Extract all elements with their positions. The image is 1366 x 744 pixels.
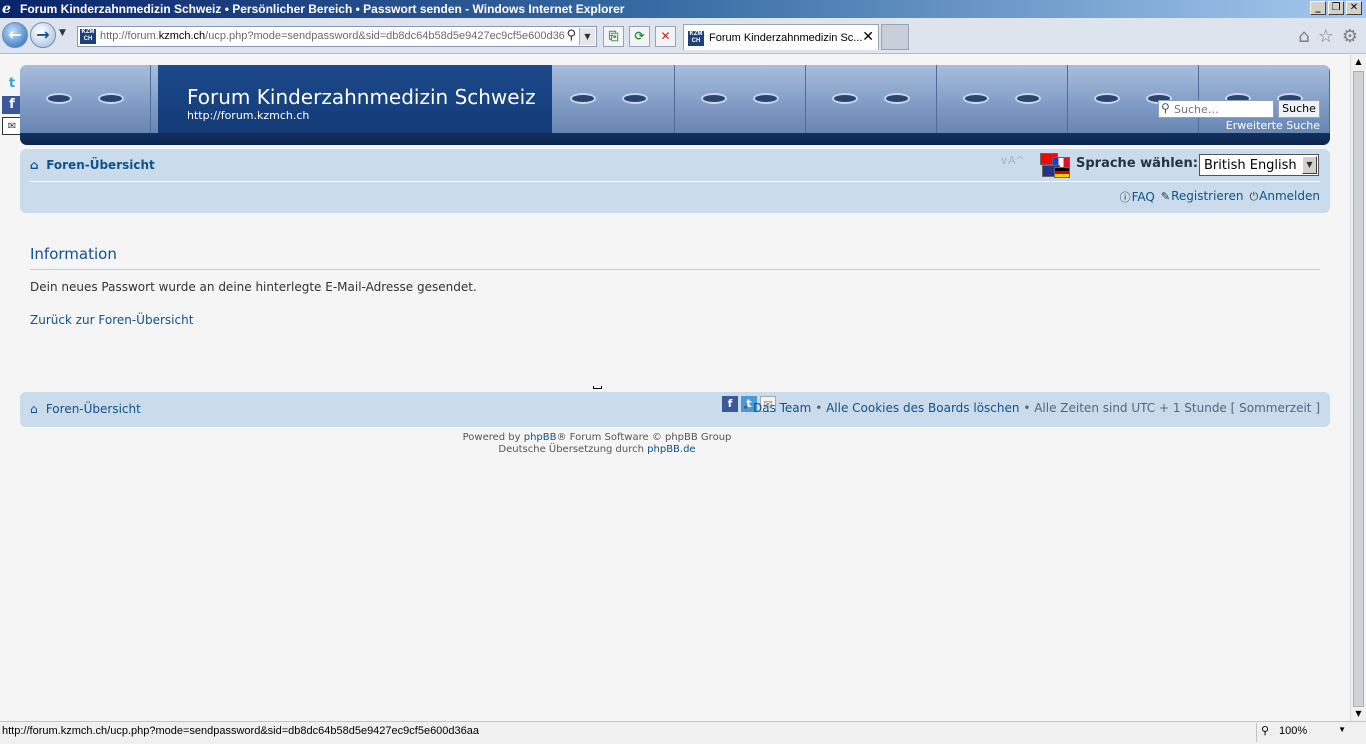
zoom-level: 100% — [1279, 725, 1308, 737]
language-selected-value: British English — [1204, 158, 1297, 173]
tab-favicon-icon: KZM CH — [688, 31, 704, 46]
phpbb-link[interactable]: phpBB — [524, 432, 557, 443]
site-favicon-icon: KZM CH — [80, 29, 96, 44]
information-message: Dein neues Passwort wurde an deine hinte… — [30, 280, 477, 294]
address-bar[interactable]: KZM CH http://forum.kzmch.ch/ucp.php?mod… — [77, 26, 597, 47]
chevron-down-icon[interactable]: ▼ — [1338, 725, 1346, 734]
address-dropdown-icon[interactable]: ▼ — [579, 28, 595, 45]
site-url: http://forum.kzmch.ch — [187, 109, 310, 122]
status-url: http://forum.kzmch.ch/ucp.php?mode=sendp… — [2, 725, 480, 737]
footer-links: • Das Team • Alle Cookies des Boards lös… — [742, 401, 1320, 415]
refresh-button[interactable]: ⟳ — [629, 26, 650, 47]
back-button[interactable]: ← — [2, 22, 28, 48]
forward-button[interactable]: → — [30, 22, 56, 48]
text-cursor-icon — [593, 386, 602, 389]
powered-by: Powered by phpBB® Forum Software © phpBB… — [462, 432, 732, 443]
page-title: Information — [30, 245, 1320, 270]
scroll-down-icon[interactable]: ▼ — [1351, 707, 1366, 721]
zoom-control[interactable]: ⚲ 100% ▼ — [1256, 723, 1348, 742]
login-link[interactable]: ⏻Anmelden — [1249, 189, 1320, 205]
language-select[interactable]: British English ▼ — [1199, 154, 1319, 176]
close-window-button[interactable]: ✕ — [1346, 1, 1362, 15]
vertical-scrollbar[interactable]: ▲ ▼ — [1350, 55, 1366, 721]
advanced-search-link[interactable]: Erweiterte Suche — [1226, 119, 1320, 132]
browser-tab[interactable]: KZM CH Forum Kinderzahnmedizin Sc... ✕ — [683, 24, 879, 50]
stop-button[interactable]: ✕ — [655, 26, 676, 47]
new-tab-button[interactable] — [881, 24, 909, 50]
search-button[interactable]: Suche — [1278, 100, 1320, 118]
home-icon: ⌂ — [30, 158, 39, 172]
information-panel: Information Dein neues Passwort wurde an… — [30, 245, 1320, 327]
font-size-controls[interactable]: ∨A^ — [1000, 154, 1025, 167]
window-controls: _ ❐ ✕ — [1310, 1, 1362, 15]
scrollbar-thumb[interactable] — [1353, 71, 1364, 707]
phpbb-de-link[interactable]: phpBB.de — [647, 444, 695, 455]
navbar-divider — [30, 181, 1320, 182]
search-field[interactable]: ⚲ — [1158, 100, 1274, 118]
search-input[interactable] — [1174, 102, 1272, 116]
register-icon: ✎ — [1160, 190, 1171, 203]
chevron-down-icon[interactable]: ▼ — [1302, 156, 1317, 174]
site-title[interactable]: Forum Kinderzahnmedizin Schweiz — [187, 85, 536, 109]
address-search-icon[interactable]: ⚲ — [566, 28, 576, 43]
ie-logo-icon: e — [2, 1, 11, 17]
footer-breadcrumb-forum-index[interactable]: Foren-Übersicht — [46, 402, 141, 416]
tab-close-icon[interactable]: ✕ — [862, 29, 874, 45]
translation-credit: Deutsche Übersetzung durch phpBB.de — [498, 444, 696, 455]
facebook-icon[interactable]: f — [722, 396, 738, 412]
tab-title: Forum Kinderzahnmedizin Sc... — [709, 32, 863, 44]
facebook-icon[interactable]: f — [2, 96, 22, 114]
favorites-star-icon[interactable]: ☆ — [1318, 26, 1334, 47]
power-icon: ⏻ — [1249, 190, 1259, 203]
search-icon: ⚲ — [1161, 101, 1170, 115]
tools-gear-icon[interactable]: ⚙ — [1342, 26, 1358, 47]
breadcrumb[interactable]: ⌂ Foren-Übersicht — [30, 158, 155, 172]
timezone-info: Alle Zeiten sind UTC + 1 Stunde [ Sommer… — [1034, 401, 1320, 415]
footer-breadcrumb[interactable]: ⌂ Foren-Übersicht — [30, 402, 141, 416]
window-title: Forum Kinderzahnmedizin Schweiz • Persön… — [20, 2, 625, 16]
browser-command-icons: ⌂ ☆ ⚙ — [1298, 26, 1358, 47]
faq-link[interactable]: ⓘFAQ — [1120, 189, 1155, 205]
window-titlebar: e Forum Kinderzahnmedizin Schweiz • Pers… — [0, 0, 1366, 18]
home-icon: ⌂ — [30, 402, 38, 416]
user-links: ⓘFAQ ✎Registrieren ⏻Anmelden — [1120, 189, 1320, 205]
delete-cookies-link[interactable]: Alle Cookies des Boards löschen — [826, 401, 1019, 415]
browser-toolbar: ← → ▼ KZM CH http://forum.kzmch.ch/ucp.p… — [0, 18, 1366, 54]
copyright: Powered by phpBB® Forum Software © phpBB… — [0, 432, 1194, 456]
language-flags-icon — [1040, 153, 1070, 179]
language-label: Sprache wählen: — [1076, 156, 1198, 171]
team-link[interactable]: Das Team — [753, 401, 811, 415]
recent-pages-dropdown-icon[interactable]: ▼ — [59, 28, 66, 38]
address-url[interactable]: http://forum.kzmch.ch/ucp.php?mode=sendp… — [100, 30, 565, 42]
zoom-magnifier-icon: ⚲ — [1261, 725, 1270, 737]
header-bottom-strip — [20, 133, 1330, 145]
mail-icon[interactable]: ✉ — [2, 117, 22, 135]
maximize-button[interactable]: ❐ — [1328, 1, 1344, 15]
breadcrumb-forum-index[interactable]: Foren-Übersicht — [46, 158, 155, 172]
page-viewport: t f ✉ Forum Kinderzahnmedizin Schweiz ht… — [0, 55, 1350, 721]
site-title-block: Forum Kinderzahnmedizin Schweiz http://f… — [158, 65, 552, 135]
register-link[interactable]: ✎Registrieren — [1161, 189, 1244, 205]
twitter-icon[interactable]: t — [2, 75, 22, 93]
minimize-button[interactable]: _ — [1310, 1, 1326, 15]
home-icon[interactable]: ⌂ — [1298, 26, 1309, 47]
faq-icon: ⓘ — [1119, 191, 1131, 204]
site-header-banner: Forum Kinderzahnmedizin Schweiz http://f… — [20, 65, 1330, 145]
status-bar: http://forum.kzmch.ch/ucp.php?mode=sendp… — [0, 721, 1366, 744]
footer-navbar: ⌂ Foren-Übersicht f t ✉ • Das Team • All… — [20, 392, 1330, 427]
back-to-index-link[interactable]: Zurück zur Foren-Übersicht — [30, 313, 1320, 327]
compatibility-view-button[interactable]: ⎘ — [603, 26, 624, 47]
navbar: ⌂ Foren-Übersicht ∨A^ Sprache wählen: Br… — [20, 149, 1330, 213]
scroll-up-icon[interactable]: ▲ — [1351, 55, 1366, 69]
